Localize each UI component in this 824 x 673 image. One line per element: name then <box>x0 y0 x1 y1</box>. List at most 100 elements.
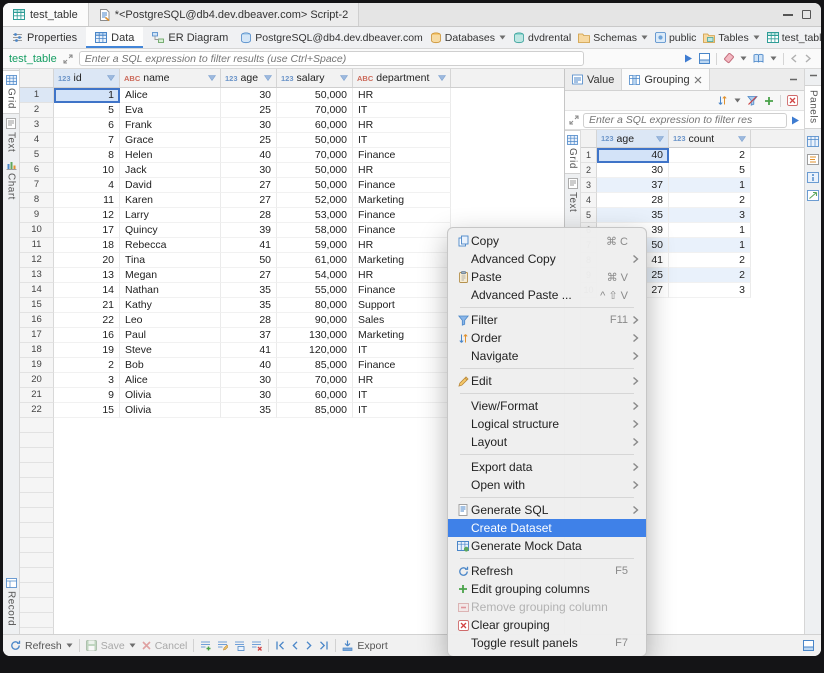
row-number[interactable]: 1 <box>581 148 597 163</box>
tab-value[interactable]: Value <box>565 69 622 90</box>
breadcrumb-item-schemas[interactable]: Schemas <box>575 32 651 44</box>
menu-item-layout[interactable]: Layout <box>452 433 642 451</box>
breadcrumb-item-test-table[interactable]: test_table <box>764 32 821 44</box>
filter-caret-icon[interactable] <box>738 136 746 142</box>
expand-filter-icon[interactable] <box>569 115 579 125</box>
cell[interactable]: 2 <box>669 193 751 208</box>
row-number[interactable] <box>20 613 54 628</box>
row-number[interactable] <box>20 568 54 583</box>
cell[interactable]: 40 <box>597 148 669 163</box>
cell[interactable]: IT <box>353 103 451 118</box>
row-number[interactable]: 2 <box>581 163 597 178</box>
menu-item-navigate[interactable]: Navigate <box>452 347 642 365</box>
row-number[interactable]: 8 <box>20 193 54 208</box>
minimize-panel-icon[interactable] <box>783 69 804 90</box>
row-number[interactable]: 6 <box>20 163 54 178</box>
cell[interactable]: IT <box>353 133 451 148</box>
history-forward-icon[interactable] <box>804 54 812 63</box>
calc-panel-icon[interactable] <box>807 154 819 165</box>
menu-item-order[interactable]: Order <box>452 329 642 347</box>
cell[interactable]: 53,000 <box>277 208 353 223</box>
cell[interactable]: 130,000 <box>277 328 353 343</box>
cell[interactable]: 35 <box>221 283 277 298</box>
filter-caret-icon[interactable] <box>656 136 664 142</box>
cell[interactable]: 15 <box>54 403 120 418</box>
row-number[interactable]: 10 <box>20 223 54 238</box>
cell[interactable]: Support <box>353 298 451 313</box>
cell[interactable]: 3 <box>669 208 751 223</box>
tab-properties[interactable]: Properties <box>3 27 86 48</box>
cell[interactable]: 11 <box>54 193 120 208</box>
maximize-window-icon[interactable] <box>802 10 811 19</box>
previous-page-icon[interactable] <box>291 641 299 650</box>
cell[interactable]: 50,000 <box>277 88 353 103</box>
cell[interactable]: 5 <box>669 163 751 178</box>
chevron-down-icon[interactable] <box>740 56 747 61</box>
chevron-down-icon[interactable] <box>770 56 777 61</box>
row-number[interactable]: 5 <box>581 208 597 223</box>
menu-item-paste[interactable]: Paste⌘ V <box>452 268 642 286</box>
cell[interactable]: 20 <box>54 253 120 268</box>
row-number[interactable]: 9 <box>20 208 54 223</box>
chevron-down-icon[interactable] <box>499 35 506 40</box>
cell[interactable]: Sales <box>353 313 451 328</box>
cell[interactable]: 2 <box>54 358 120 373</box>
grouping-filter-input[interactable] <box>583 113 787 128</box>
row-number[interactable] <box>20 553 54 568</box>
cell[interactable]: IT <box>353 388 451 403</box>
cell[interactable]: 28 <box>221 313 277 328</box>
column-header-name[interactable]: ABCname <box>120 69 221 87</box>
cell[interactable]: Megan <box>120 268 221 283</box>
row-number[interactable]: 15 <box>20 298 54 313</box>
cell[interactable]: 30 <box>221 118 277 133</box>
presentation-tab-record[interactable]: Record <box>3 574 19 630</box>
duplicates-filter-icon[interactable] <box>747 95 758 106</box>
cell[interactable]: 70,000 <box>277 148 353 163</box>
cell[interactable]: IT <box>353 403 451 418</box>
cell[interactable]: 27 <box>221 268 277 283</box>
cell[interactable]: 61,000 <box>277 253 353 268</box>
cell[interactable]: 21 <box>54 298 120 313</box>
cell[interactable]: HR <box>353 268 451 283</box>
cell[interactable]: 59,000 <box>277 238 353 253</box>
chevron-down-icon[interactable] <box>753 35 760 40</box>
filter-caret-icon[interactable] <box>438 75 446 81</box>
cell[interactable]: 37 <box>221 328 277 343</box>
cell[interactable]: 85,000 <box>277 358 353 373</box>
cell[interactable]: Leo <box>120 313 221 328</box>
grouping-panel-icon[interactable] <box>807 136 819 147</box>
cell[interactable]: HR <box>353 88 451 103</box>
menu-item-open-with[interactable]: Open with <box>452 476 642 494</box>
panels-tab[interactable]: Panels <box>805 85 821 129</box>
row-number[interactable]: 14 <box>20 283 54 298</box>
cell[interactable]: 6 <box>54 118 120 133</box>
menu-item-filter[interactable]: FilterF11 <box>452 311 642 329</box>
cell[interactable]: 27 <box>221 178 277 193</box>
cell[interactable]: Grace <box>120 133 221 148</box>
cell[interactable]: HR <box>353 163 451 178</box>
row-number[interactable]: 3 <box>20 118 54 133</box>
grouping-presentation-tab-text[interactable]: Text <box>565 174 580 216</box>
row-number[interactable] <box>20 463 54 478</box>
cell[interactable]: 60,000 <box>277 118 353 133</box>
column-header-count[interactable]: 123count <box>669 130 751 147</box>
presentation-tab-grid[interactable]: Grid <box>3 70 19 114</box>
cell[interactable]: Tina <box>120 253 221 268</box>
cell[interactable]: David <box>120 178 221 193</box>
cell[interactable]: 52,000 <box>277 193 353 208</box>
cell[interactable]: HR <box>353 238 451 253</box>
row-number[interactable] <box>20 508 54 523</box>
row-number[interactable]: 1 <box>20 88 54 103</box>
row-number[interactable] <box>20 418 54 433</box>
cell[interactable]: 27 <box>221 193 277 208</box>
minimize-window-icon[interactable] <box>783 14 793 16</box>
row-number[interactable] <box>20 493 54 508</box>
filter-caret-icon[interactable] <box>107 75 115 81</box>
chevron-down-icon[interactable] <box>734 98 741 103</box>
cell[interactable]: Finance <box>353 178 451 193</box>
presentation-tab-chart[interactable]: Chart <box>3 156 19 204</box>
grid-corner-cell[interactable] <box>20 69 54 87</box>
cell[interactable]: 35 <box>221 403 277 418</box>
row-number[interactable]: 13 <box>20 268 54 283</box>
row-number[interactable] <box>20 433 54 448</box>
